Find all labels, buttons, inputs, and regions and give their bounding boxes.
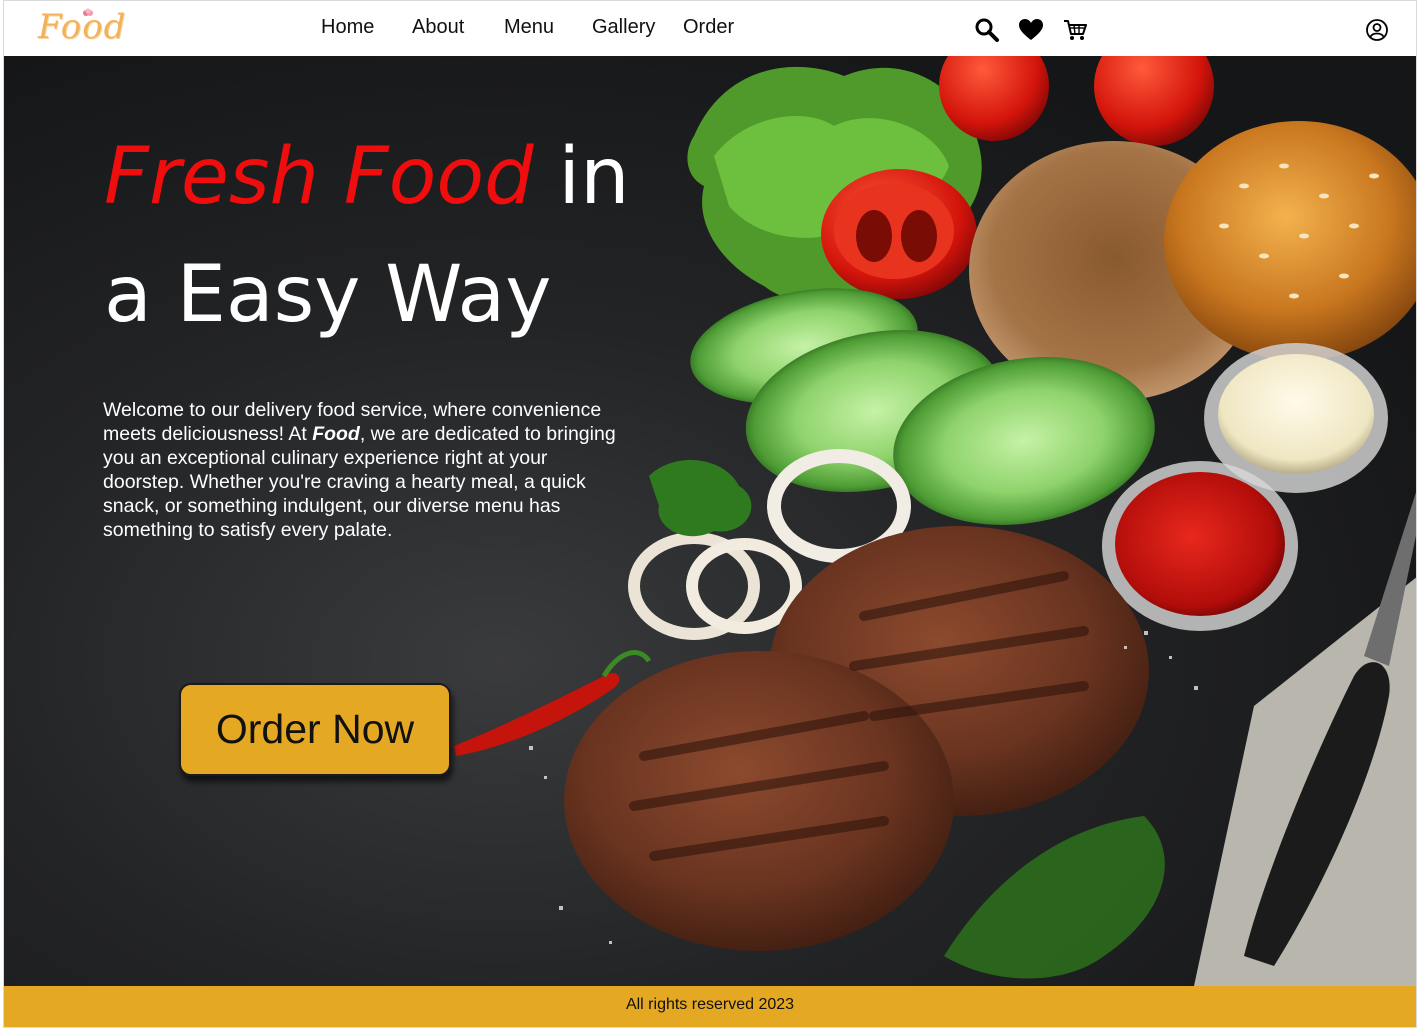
hero-section: Fresh Food in a Easy Way Welcome to our … xyxy=(4,56,1416,986)
intro-brand: Food xyxy=(312,423,360,445)
search-icon[interactable] xyxy=(974,17,1000,43)
headline-part-2: a Easy Way xyxy=(104,250,552,340)
hero-intro-text: Welcome to our delivery food service, wh… xyxy=(103,398,618,542)
nav-menu[interactable]: Menu xyxy=(504,16,554,39)
page-frame: Food Home About Menu Gallery Order Fresh… xyxy=(3,0,1417,1028)
blossom-icon xyxy=(83,8,93,16)
copyright-text: All rights reserved 2023 xyxy=(625,996,795,1013)
footer-bar: All rights reserved 2023 xyxy=(4,986,1416,1027)
nav-home[interactable]: Home xyxy=(321,16,374,39)
order-now-button[interactable]: Order Now xyxy=(179,683,451,776)
top-nav-bar: Food Home About Menu Gallery Order xyxy=(4,1,1416,56)
hero-headline: Fresh Food in a Easy Way xyxy=(104,118,724,354)
nav-order[interactable]: Order xyxy=(683,16,734,39)
cart-icon[interactable] xyxy=(1062,17,1088,43)
headline-accent: Fresh Food xyxy=(104,132,534,222)
nav-gallery[interactable]: Gallery xyxy=(592,16,655,39)
headline-part-1: in xyxy=(533,132,630,222)
user-icon[interactable] xyxy=(1365,18,1389,42)
nav-about[interactable]: About xyxy=(412,16,464,39)
heart-icon[interactable] xyxy=(1018,17,1044,43)
